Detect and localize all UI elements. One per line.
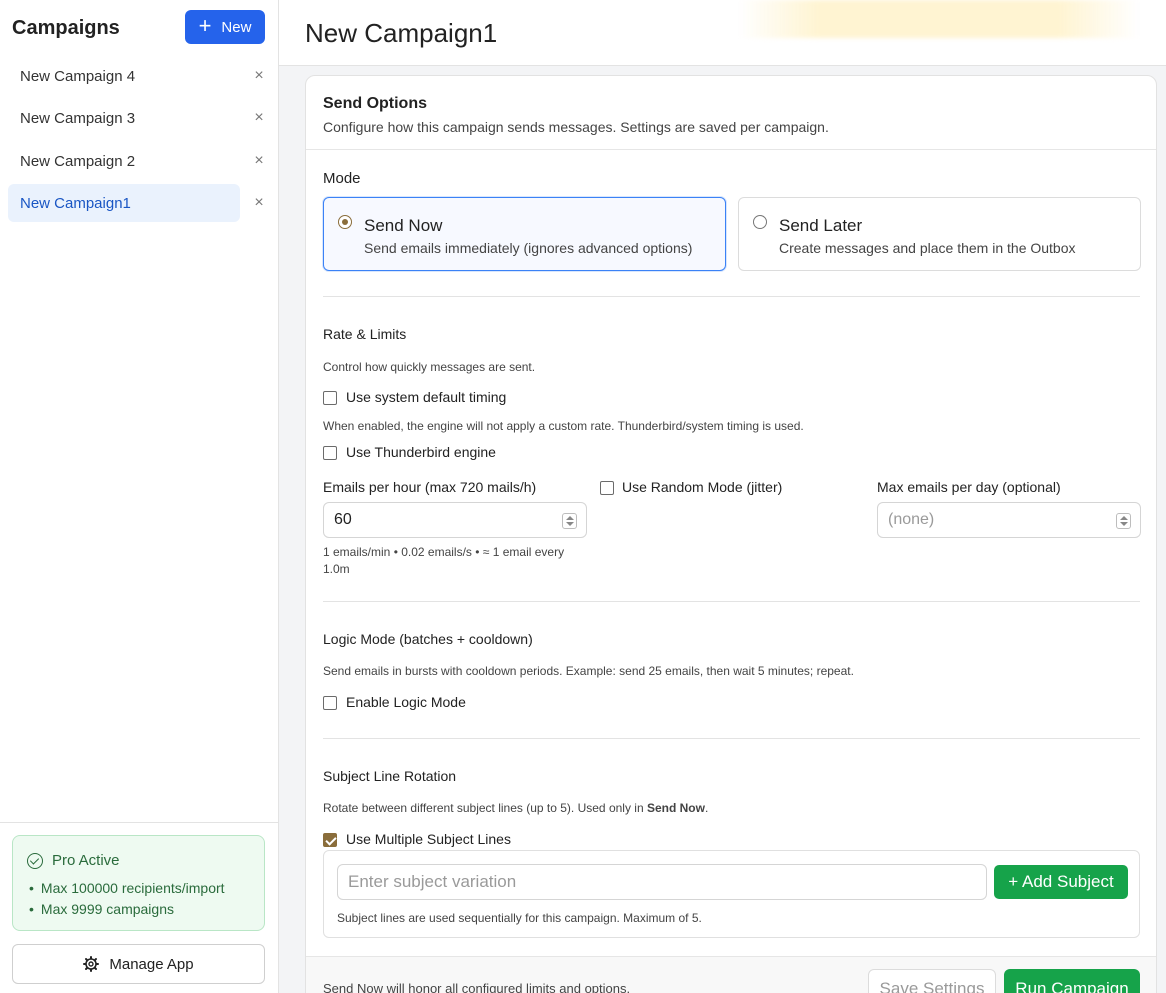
close-icon[interactable]: ×	[252, 153, 266, 169]
logic-mode-checkbox[interactable]	[323, 696, 337, 710]
card-header: Send Options Configure how this campaign…	[306, 76, 1156, 150]
card-footer: Send Now will honor all configured limit…	[306, 956, 1156, 993]
sidebar-title: Campaigns	[12, 17, 120, 39]
thunderbird-engine-checkbox[interactable]	[323, 446, 337, 460]
thunderbird-engine-label: Use Thunderbird engine	[346, 444, 496, 460]
subject-list-box: Enter subject variation + Add Subject Su…	[323, 850, 1140, 938]
mode-desc: Send emails immediately (ignores advance…	[364, 240, 693, 256]
logic-mode-label: Enable Logic Mode	[346, 694, 466, 710]
campaign-item-label: New Campaign 2	[20, 152, 136, 170]
check-circle-icon	[27, 852, 43, 869]
subject-rotation-title: Subject Line Rotation	[323, 768, 457, 784]
emails-per-hour-label: Emails per hour (max 720 mails/h)	[323, 479, 537, 495]
pro-status-header: Pro Active	[27, 852, 120, 869]
mode-desc: Create messages and place them in the Ou…	[779, 240, 1076, 256]
pro-feature-list: Max 100000 recipients/import Max 9999 ca…	[29, 878, 225, 920]
close-icon[interactable]: ×	[252, 68, 266, 84]
campaign-item-label: New Campaign 4	[20, 67, 136, 85]
mode-title: Send Now	[364, 216, 443, 235]
mode-option-send-now[interactable]: Send Now Send emails immediately (ignore…	[323, 197, 726, 271]
manage-app-label: Manage App	[109, 955, 194, 973]
card-subtitle: Configure how this campaign sends messag…	[323, 119, 829, 135]
mode-option-send-later[interactable]: Send Later Create messages and place the…	[738, 197, 1141, 271]
campaign-item[interactable]: New Campaign 4	[8, 57, 240, 95]
send-options-card: Send Options Configure how this campaign…	[305, 75, 1157, 993]
multi-subject-label: Use Multiple Subject Lines	[346, 831, 511, 847]
section-divider	[323, 738, 1140, 739]
emails-per-hour-input[interactable]: 60	[323, 502, 587, 538]
footer-note: Send Now will honor all configured limit…	[323, 981, 631, 993]
desc-text: Rotate between different subject lines (…	[323, 801, 647, 815]
radio-icon[interactable]	[753, 215, 767, 229]
rate-limits-desc: Control how quickly messages are sent.	[323, 360, 536, 374]
logic-mode-desc: Send emails in bursts with cooldown peri…	[323, 664, 854, 678]
rate-limits-title: Rate & Limits	[323, 326, 407, 342]
page-title: New Campaign1	[305, 18, 498, 48]
campaign-item[interactable]: New Campaign 3	[8, 99, 240, 137]
sidebar: Campaigns + New New Campaign 4 × New Cam…	[0, 0, 279, 993]
new-button-label: New	[221, 18, 252, 36]
close-icon[interactable]: ×	[252, 195, 266, 211]
rate-hint-line: 1 emails/min • 0.02 emails/s • ≈ 1 email…	[323, 545, 565, 559]
pro-feature-item: Max 100000 recipients/import	[29, 878, 225, 899]
pro-status-label: Pro Active	[52, 852, 120, 869]
max-per-day-placeholder: (none)	[888, 511, 935, 528]
desc-bold: Send Now	[646, 801, 705, 815]
subject-input-placeholder: Enter subject variation	[348, 872, 517, 891]
gear-icon	[83, 956, 100, 972]
card-title: Send Options	[323, 95, 427, 112]
sidebar-divider	[0, 822, 278, 823]
radio-selected-icon[interactable]	[338, 215, 352, 229]
multi-subject-checkbox[interactable]	[323, 833, 337, 847]
subject-input[interactable]: Enter subject variation	[337, 864, 987, 900]
emails-per-hour-value: 60	[334, 511, 352, 528]
max-per-day-input[interactable]: (none)	[877, 502, 1141, 538]
run-campaign-button[interactable]: Run Campaign	[1004, 969, 1140, 993]
rate-hint-line: 1.0m	[323, 562, 350, 576]
desc-text: .	[704, 801, 709, 815]
system-default-note: When enabled, the engine will not apply …	[323, 419, 804, 433]
close-icon[interactable]: ×	[252, 110, 266, 126]
system-default-checkbox[interactable]	[323, 391, 337, 405]
add-subject-button[interactable]: + Add Subject	[994, 865, 1128, 899]
subject-rotation-desc: Rotate between different subject lines (…	[323, 801, 708, 815]
save-settings-button[interactable]: Save Settings	[868, 969, 996, 993]
random-mode-label: Use Random Mode (jitter)	[622, 479, 783, 495]
stepper-icon[interactable]	[562, 513, 577, 529]
subject-note: Subject lines are used sequentially for …	[337, 911, 702, 925]
new-campaign-button[interactable]: + New	[185, 10, 265, 44]
campaign-item-label: New Campaign 3	[20, 109, 136, 127]
section-divider	[323, 296, 1140, 297]
header-decoration	[739, 0, 1139, 38]
rate-hint: 1 emails/min • 0.02 emails/s • ≈ 1 email…	[323, 544, 564, 578]
campaign-item-active[interactable]: New Campaign1	[8, 184, 240, 222]
pro-feature-item: Max 9999 campaigns	[29, 899, 225, 920]
logic-mode-title: Logic Mode (batches + cooldown)	[323, 631, 533, 647]
max-per-day-label: Max emails per day (optional)	[877, 479, 1061, 495]
sidebar-header: Campaigns + New	[0, 0, 278, 56]
section-divider	[323, 601, 1140, 602]
pro-status-box: Pro Active Max 100000 recipients/import …	[12, 835, 265, 931]
random-mode-checkbox[interactable]	[600, 481, 614, 495]
mode-label: Mode	[323, 170, 361, 187]
system-default-label: Use system default timing	[346, 389, 507, 405]
main-header: New Campaign1	[279, 0, 1166, 66]
manage-app-button[interactable]: Manage App	[12, 944, 265, 984]
campaign-item-label: New Campaign1	[20, 194, 131, 212]
mode-title: Send Later	[779, 216, 863, 235]
plus-icon: +	[198, 12, 212, 38]
campaign-item[interactable]: New Campaign 2	[8, 142, 240, 180]
stepper-icon[interactable]	[1116, 513, 1131, 529]
